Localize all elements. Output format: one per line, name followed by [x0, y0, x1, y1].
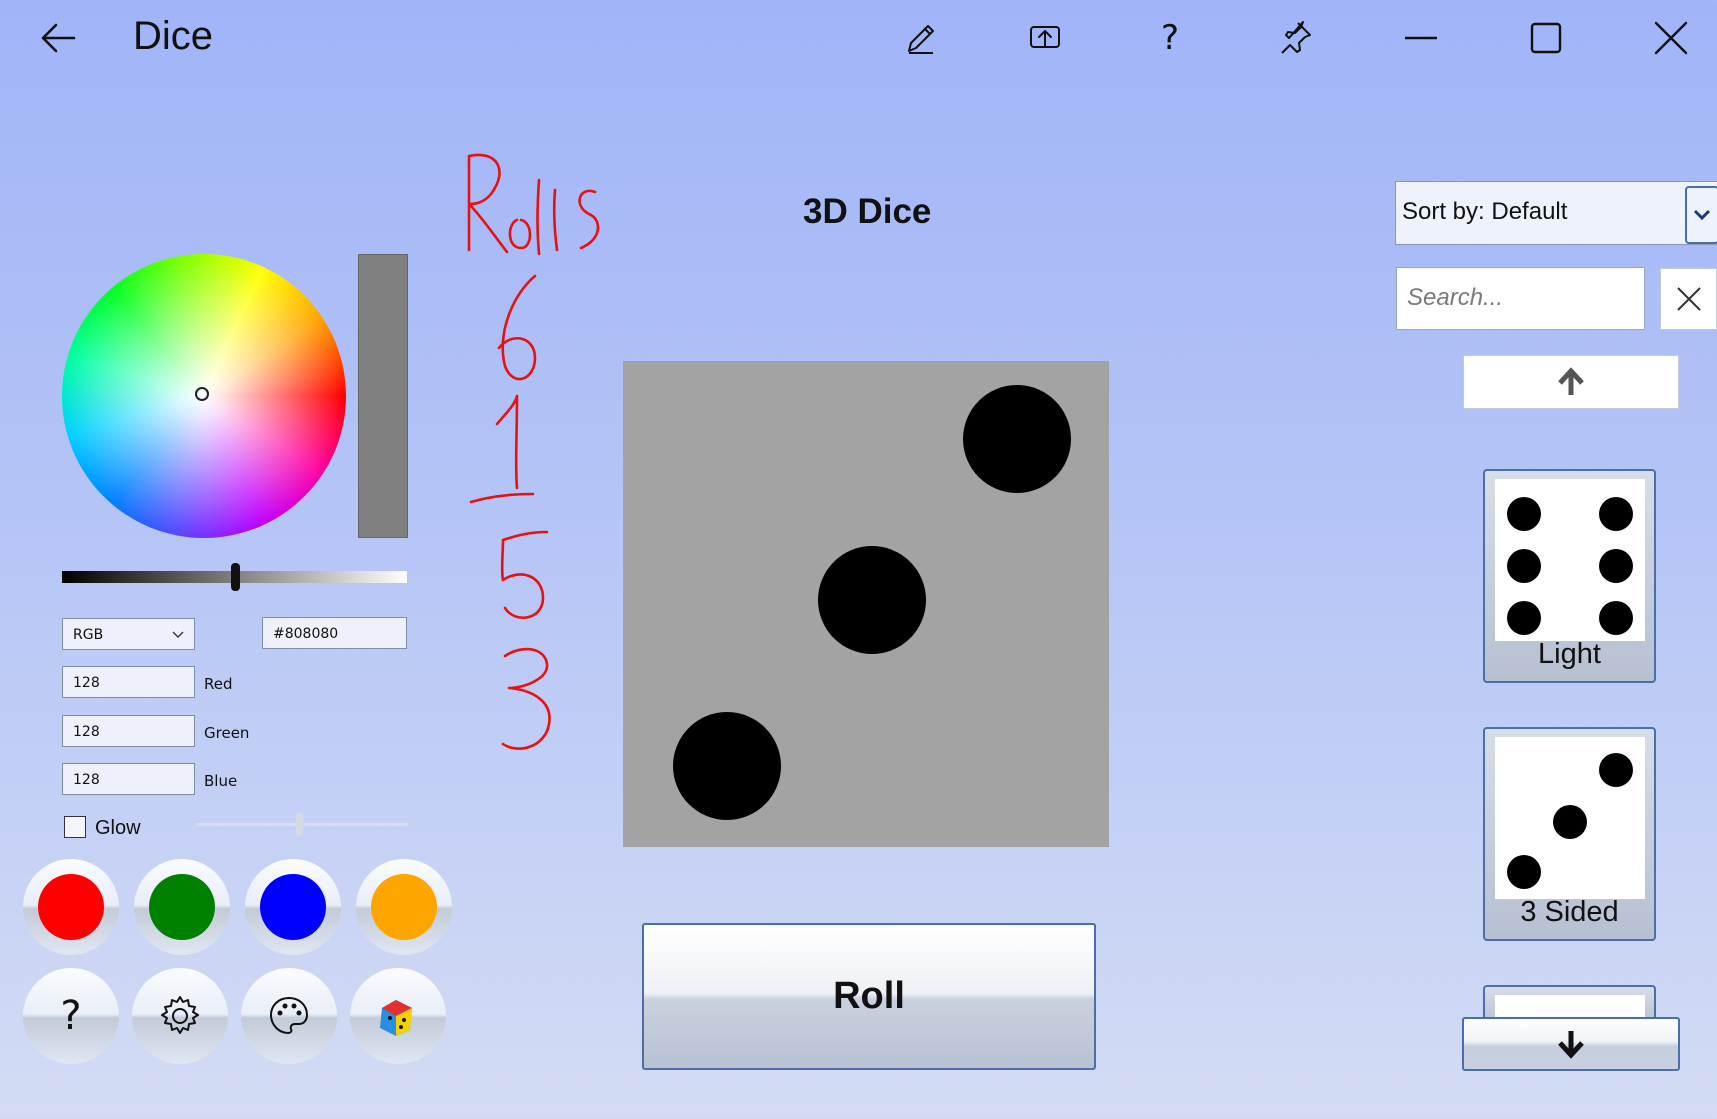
chevron-down-icon [1693, 209, 1711, 221]
pin-icon [1281, 21, 1311, 54]
brightness-slider-thumb[interactable] [231, 563, 240, 591]
swatch-button-blue[interactable] [245, 859, 341, 955]
dice-card-light[interactable]: Light [1483, 469, 1656, 683]
help-icon: ? [1160, 18, 1180, 58]
green-swatch [149, 874, 215, 940]
glow-checkbox[interactable] [64, 816, 86, 838]
search-input[interactable]: Search... [1396, 267, 1645, 330]
gear-icon [161, 996, 199, 1034]
help-button[interactable]: ? [1140, 8, 1200, 68]
orange-swatch [371, 874, 437, 940]
die-pip [1599, 601, 1633, 635]
pencil-icon [908, 25, 934, 54]
clear-search-button[interactable] [1660, 268, 1717, 330]
hex-input[interactable]: #808080 [262, 617, 407, 649]
dice-card-label: Light [1538, 638, 1601, 670]
share-button[interactable] [1015, 8, 1075, 68]
scroll-up-button[interactable] [1463, 355, 1679, 409]
settings-button[interactable] [132, 968, 228, 1064]
roll-button[interactable]: Roll [642, 923, 1096, 1070]
scroll-down-button[interactable] [1462, 1017, 1680, 1071]
maximize-button[interactable] [1516, 8, 1576, 68]
red-label: Red [204, 675, 233, 693]
red-swatch [38, 874, 104, 940]
die-pip [1507, 549, 1541, 583]
close-icon [1676, 287, 1701, 311]
color-wheel-selector[interactable] [195, 387, 209, 401]
app-title: Dice [133, 14, 214, 58]
close-button[interactable] [1641, 8, 1701, 68]
glow-label: Glow [95, 817, 141, 839]
back-button[interactable] [28, 8, 88, 68]
green-label: Green [204, 724, 250, 742]
help-tool-button[interactable]: ? [23, 968, 119, 1064]
maximize-icon [1530, 22, 1562, 54]
color-mode-value: RGB [73, 627, 104, 643]
swatch-button-green[interactable] [134, 859, 230, 955]
die-pip [1507, 601, 1541, 635]
minimize-button[interactable] [1391, 8, 1451, 68]
edit-button[interactable] [890, 8, 950, 68]
dice-card-3-sided[interactable]: 3 Sided [1483, 727, 1656, 941]
sort-select[interactable]: Sort by: Default [1395, 181, 1717, 245]
arrow-up-icon [1558, 367, 1584, 395]
glow-slider-thumb[interactable] [296, 813, 303, 836]
color-preview [358, 254, 408, 538]
dice-card-label: 3 Sided [1520, 896, 1619, 928]
die-pip [1599, 497, 1633, 531]
arrow-down-icon [1558, 1031, 1584, 1059]
share-icon [1030, 26, 1060, 48]
help-icon: ? [60, 993, 82, 1039]
back-arrow-icon [41, 23, 76, 53]
palette-button[interactable] [241, 968, 337, 1064]
chevron-down-icon [172, 631, 184, 638]
die-pip [1507, 497, 1541, 531]
die-pip [1507, 855, 1541, 889]
swatch-button-red[interactable] [23, 859, 119, 955]
dice-card-face [1495, 737, 1645, 899]
blue-label: Blue [204, 772, 238, 790]
pin-button[interactable] [1265, 8, 1325, 68]
red-input[interactable]: 128 [62, 666, 195, 698]
die-pip [818, 546, 926, 654]
app-logo-button[interactable] [350, 968, 446, 1064]
minimize-icon [1405, 36, 1437, 40]
dice-card-face [1495, 479, 1645, 641]
sort-dropdown-button[interactable] [1685, 186, 1717, 244]
die-face[interactable] [623, 361, 1109, 847]
die-pip [673, 712, 781, 820]
color-wheel[interactable] [62, 254, 346, 538]
palette-icon [269, 996, 309, 1035]
die-pip [1553, 805, 1587, 839]
dice-app-icon [380, 1000, 412, 1036]
die-pip [1599, 753, 1633, 787]
blue-input[interactable]: 128 [62, 763, 195, 795]
close-icon [1654, 21, 1688, 55]
color-mode-select[interactable]: RGB [62, 618, 195, 650]
die-pip [963, 385, 1071, 493]
die-pip [1599, 549, 1633, 583]
green-input[interactable]: 128 [62, 715, 195, 747]
blue-swatch [260, 874, 326, 940]
dice-heading: 3D Dice [803, 192, 932, 231]
swatch-button-orange[interactable] [356, 859, 452, 955]
